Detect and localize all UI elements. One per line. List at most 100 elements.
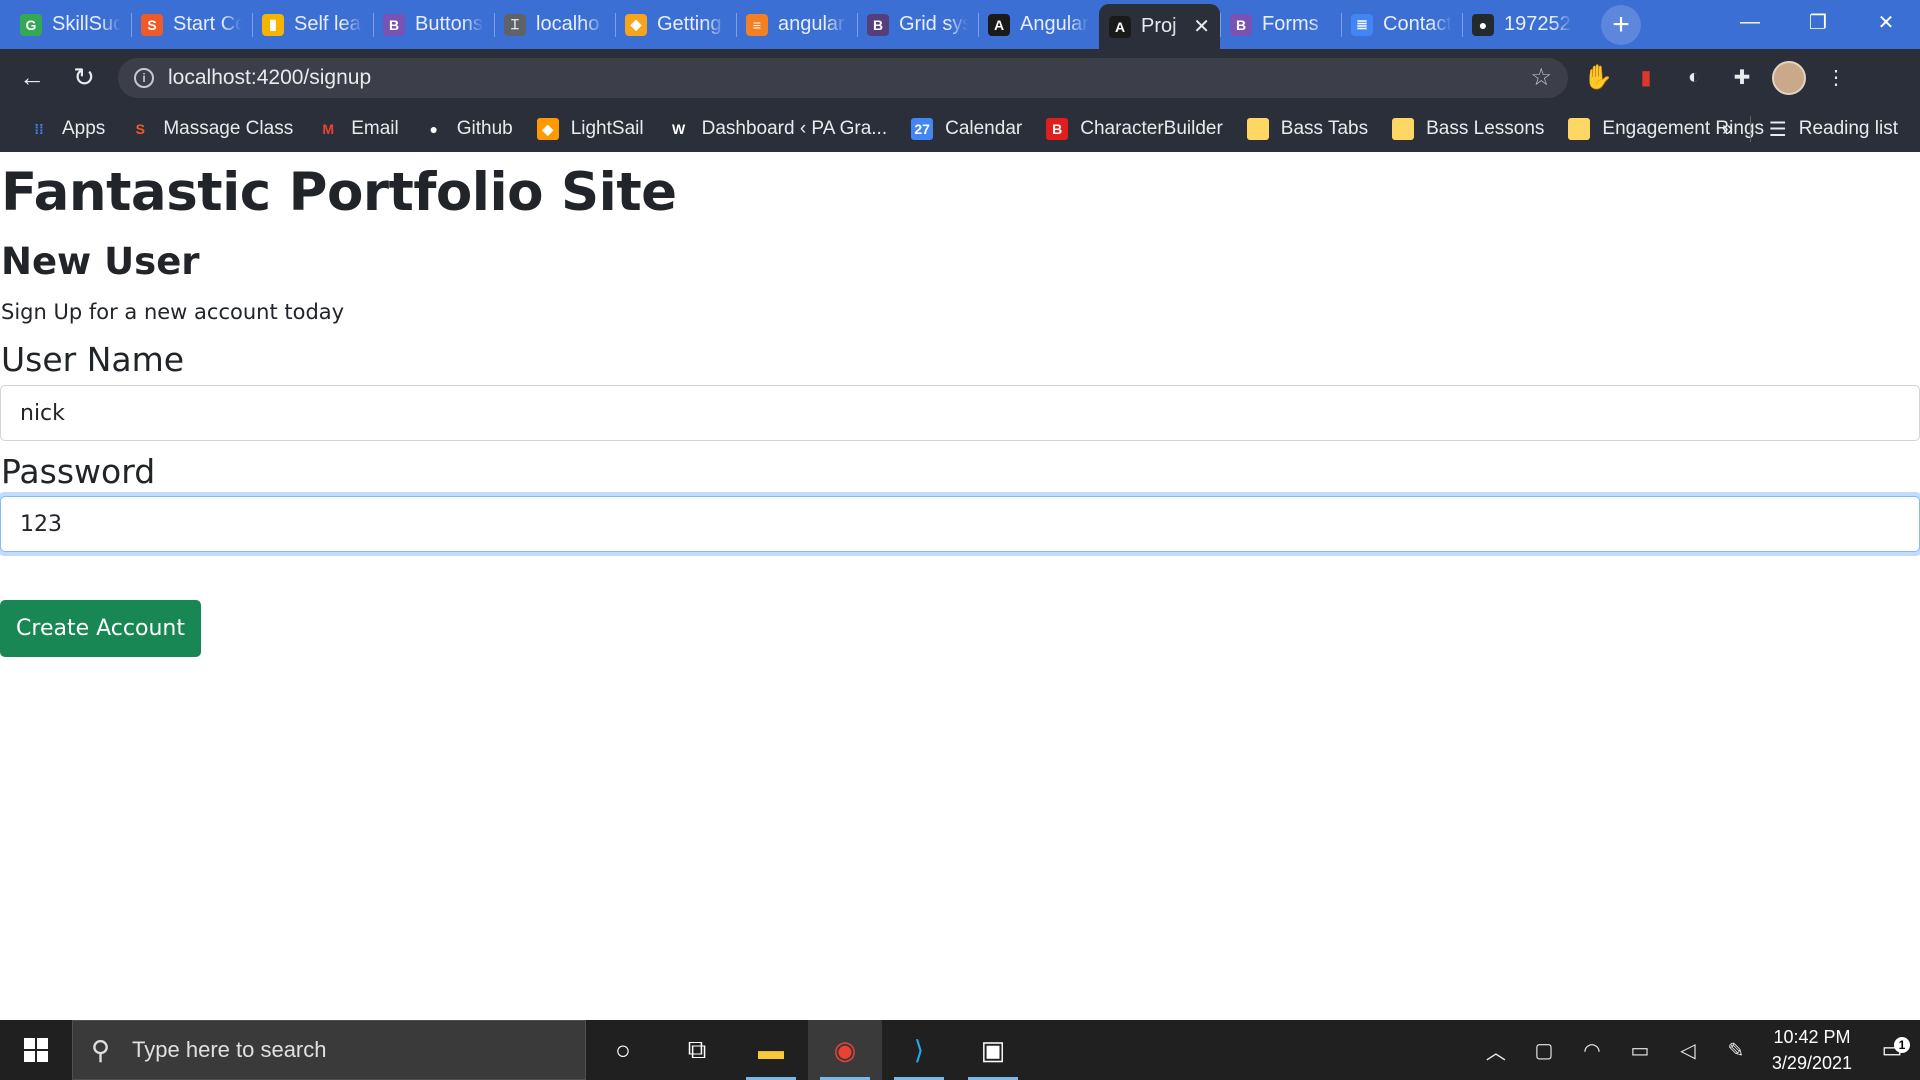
tab-title: Buttons [415,13,483,35]
bookmark-item[interactable]: Engagement Rings [1568,118,1764,140]
notification-badge: 1 [1894,1037,1910,1053]
cortana-icon[interactable]: ○ [586,1020,660,1080]
bookmark-item[interactable]: 27 Calendar [911,118,1022,140]
username-input[interactable] [0,385,1920,441]
reading-list-button[interactable]: Reading list [1799,118,1898,140]
bookmark-item[interactable]: Bass Tabs [1246,118,1369,140]
tab-title: Start Co [173,13,242,35]
volume-icon[interactable]: ◁ [1664,1038,1712,1063]
browser-tab[interactable]: ≡ angular [736,4,857,45]
github-icon: ● [429,121,438,137]
bookmark-label: Bass Lessons [1426,118,1545,139]
reload-icon[interactable]: ↻ [64,58,104,98]
vscode-icon[interactable]: ⟩ [882,1020,956,1080]
close-tab-icon[interactable]: ✕ [1193,14,1210,39]
search-icon: ⚲ [91,1034,111,1065]
extensions-puzzle-icon[interactable]: ✚ [1724,60,1760,96]
address-bar[interactable]: i localhost:4200/signup ☆ [118,57,1568,98]
angular-icon: A [1109,15,1131,38]
restore-icon[interactable]: ❐ [1784,0,1852,44]
browser-tab[interactable]: A Angular [978,4,1099,45]
terminal-icon[interactable]: ▣ [956,1020,1030,1080]
wifi-icon[interactable]: ◠ [1568,1038,1616,1063]
password-label: Password [1,452,156,491]
windows-logo-icon [24,1038,48,1062]
folder-icon [1568,118,1591,140]
bookmark-label: Massage Class [163,118,294,139]
gmail-icon: M [322,121,335,137]
bookmark-item[interactable]: W Dashboard ‹ PA Gra... [668,118,887,140]
browser-tab[interactable]: A Proj ✕ [1099,4,1220,49]
site-info-icon[interactable]: i [134,67,154,88]
password-input[interactable] [0,496,1920,552]
meet-now-icon[interactable]: ▢ [1520,1038,1568,1063]
taskbar: ⚲ Type here to search ○ ⧉ ▬ ◉ ⟩ ▣ ︿ ▢ ◠ … [0,1020,1920,1080]
calendar-icon: 27 [911,118,934,140]
browser-tab[interactable]: B Forms [1220,4,1341,45]
battery-icon[interactable]: ▭ [1616,1038,1664,1063]
task-view-icon[interactable]: ⧉ [660,1020,734,1080]
bookmark-item[interactable]: Bass Lessons [1392,118,1544,140]
clock-date: 3/29/2021 [1771,1053,1852,1073]
bookmark-item[interactable]: ● Github [423,118,512,140]
minimize-icon[interactable]: — [1716,0,1784,44]
stack-icon: S [141,13,163,36]
close-window-icon[interactable]: ✕ [1852,0,1920,44]
tab-title: 197252 [1504,13,1571,35]
tab-title: Forms [1262,13,1319,35]
bookmark-item[interactable]: S Massage Class [129,118,294,140]
create-account-button[interactable]: Create Account [0,600,201,657]
bookmark-item[interactable]: ◆ LightSail [536,118,644,140]
browser-tab[interactable]: ◆ Getting [615,4,736,45]
url-text[interactable]: localhost:4200/signup [168,66,1530,90]
system-tray: ︿ ▢ ◠ ▭ ◁ ✎ 10:42 PM 3/29/2021 ▭ 1 [1472,1020,1920,1080]
bookmark-item[interactable]: ⁞⁞ Apps [28,118,105,140]
menu-kebab-icon[interactable]: ⋮ [1818,60,1854,96]
browser-tab[interactable]: S Start Co [131,4,252,45]
bookmark-label: Calendar [945,118,1023,139]
taskbar-search[interactable]: ⚲ Type here to search [72,1020,586,1080]
site-title: Fantastic Portfolio Site [1,162,677,223]
dark-reader-extension-icon[interactable]: ◐ [1676,60,1712,96]
tab-title: angular [778,13,845,35]
back-icon[interactable]: ← [12,58,52,98]
bookmark-label: LightSail [570,118,644,139]
browser-tab[interactable]: B Grid sys [857,4,978,45]
tab-title: Contact [1383,13,1452,35]
username-label: User Name [1,340,185,379]
bookmark-star-icon[interactable]: ☆ [1530,63,1552,92]
google-icon: G [20,13,42,36]
start-button[interactable] [0,1020,72,1080]
browser-tab[interactable]: B Buttons [373,4,494,45]
bookmark-label: CharacterBuilder [1080,118,1223,139]
browser-tab[interactable]: ⌶ localho [494,4,615,45]
bookmark-label: Engagement Rings [1602,118,1765,139]
clock[interactable]: 10:42 PM 3/29/2021 [1760,1024,1864,1076]
profile-avatar[interactable] [1772,60,1806,95]
page-content: Fantastic Portfolio Site New User Sign U… [0,152,1920,1020]
browser-tab[interactable]: G SkillSuc [10,4,131,45]
bookmark-label: Bass Tabs [1280,118,1369,139]
browser-tab[interactable]: ● 197252 [1462,4,1583,45]
bookmark-item[interactable]: B CharacterBuilder [1046,118,1223,140]
form-title: New User [1,240,200,283]
file-explorer-icon[interactable]: ▬ [734,1020,808,1080]
bootstrap-icon: B [383,13,405,36]
reader-extension-icon[interactable]: ▮ [1628,60,1664,96]
more-bookmarks-icon[interactable]: » [1722,106,1733,152]
browser-tab[interactable]: ≣ Contact [1341,4,1462,45]
tab-title: localho [536,13,600,35]
notification-icon[interactable]: ▭ 1 [1864,1037,1920,1063]
pen-icon[interactable]: ✎ [1712,1038,1760,1063]
chrome-icon[interactable]: ◉ [808,1020,882,1080]
bootstrap-icon: B [1230,13,1252,36]
browser-tab[interactable]: ▮ Self lear [252,4,373,45]
adblock-extension-icon[interactable]: ✋ [1580,60,1616,96]
bookmark-item[interactable]: M Email [317,118,398,140]
tab-title: Self lear [294,13,363,35]
bookmark-label: Apps [62,118,106,139]
docs-icon: ≣ [1351,13,1373,36]
show-hidden-icons-icon[interactable]: ︿ [1472,1036,1520,1065]
new-tab-button[interactable]: + [1601,5,1641,45]
tab-title: Getting [657,13,722,35]
